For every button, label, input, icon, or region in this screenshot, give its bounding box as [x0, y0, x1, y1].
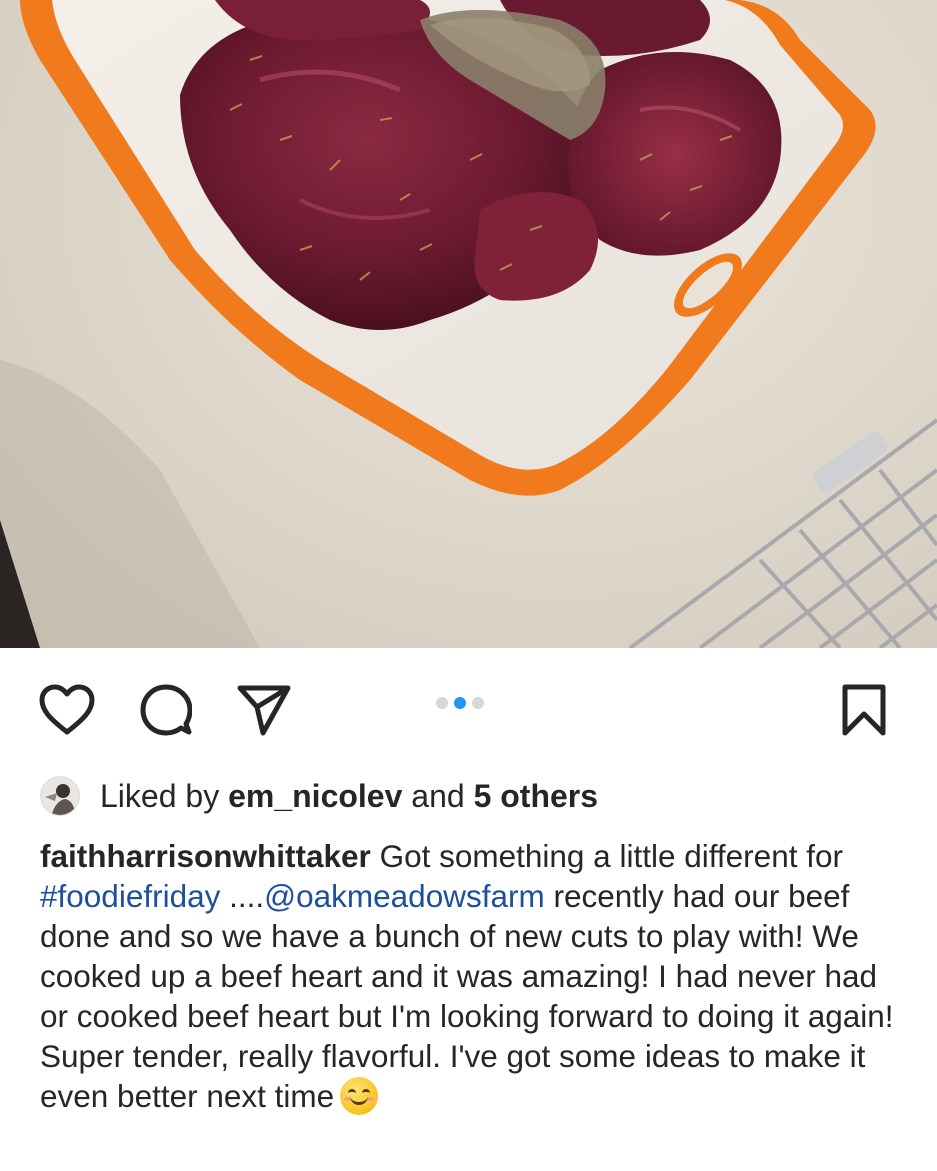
caption-username[interactable]: faithharrisonwhittaker — [40, 838, 371, 874]
share-button[interactable] — [232, 678, 296, 742]
bookmark-icon — [842, 684, 886, 736]
caption-mention[interactable]: @oakmeadowsfarm — [264, 878, 545, 914]
heart-icon — [39, 684, 95, 735]
likes-connector: and — [402, 777, 474, 814]
post-photo-illustration — [0, 0, 937, 648]
caption-hashtag[interactable]: #foodiefriday — [40, 878, 220, 914]
like-button[interactable] — [35, 678, 99, 742]
avatar-image — [41, 777, 79, 815]
liker-username[interactable]: em_nicolev — [228, 778, 402, 814]
caption-text: .... — [220, 878, 265, 914]
comment-button[interactable] — [134, 678, 198, 742]
liker-avatar[interactable] — [40, 776, 80, 816]
share-icon — [237, 685, 291, 736]
smiling-face-emoji — [340, 1077, 379, 1115]
post-photo[interactable] — [0, 0, 937, 648]
post-action-bar — [0, 648, 937, 768]
carousel-dot — [436, 697, 448, 709]
caption-text: Got something a little different for — [370, 838, 843, 874]
post-caption: faithharrisonwhittaker Got something a l… — [40, 836, 910, 1116]
likes-text: Liked by em_nicolev and 5 others — [100, 778, 598, 815]
save-button[interactable] — [832, 678, 896, 742]
carousel-indicator — [436, 697, 484, 709]
carousel-dot — [472, 697, 484, 709]
likes-prefix: Liked by — [100, 777, 229, 814]
carousel-dot-active — [454, 697, 466, 709]
likes-summary: Liked by em_nicolev and 5 others — [40, 774, 598, 818]
likes-others-count[interactable]: 5 others — [474, 778, 598, 814]
comment-icon — [140, 684, 192, 736]
